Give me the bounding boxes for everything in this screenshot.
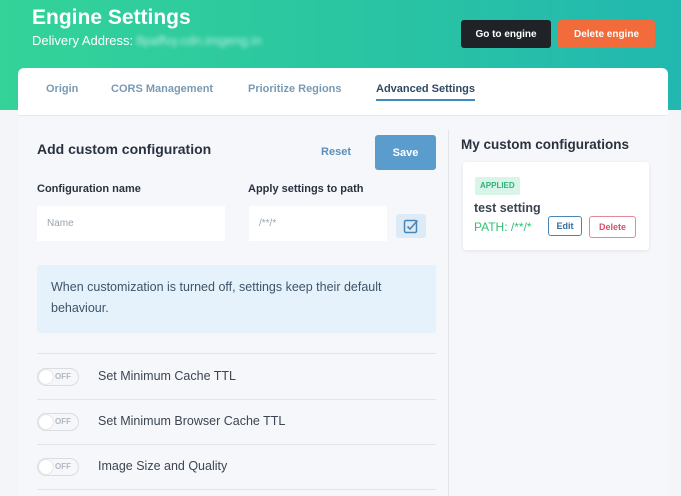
delivery-address-label: Delivery Address: xyxy=(32,33,134,48)
tab-bar: Origin CORS Management Prioritize Region… xyxy=(18,68,668,116)
toggle-knob xyxy=(39,415,53,429)
divider xyxy=(37,489,436,490)
toggle-knob xyxy=(39,370,53,384)
toggle-knob xyxy=(39,460,53,474)
save-button[interactable]: Save xyxy=(375,135,436,170)
delivery-address-value: 8paffvy.cdn.imgeng.in xyxy=(136,33,262,48)
apply-path-label: Apply settings to path xyxy=(248,183,364,195)
tab-cors-management[interactable]: CORS Management xyxy=(111,83,213,99)
tab-prioritize-regions[interactable]: Prioritize Regions xyxy=(248,83,342,99)
apply-path-button[interactable] xyxy=(396,214,426,238)
toggle-state: OFF xyxy=(55,417,71,426)
config-name-input[interactable] xyxy=(37,206,225,241)
tab-advanced-settings[interactable]: Advanced Settings xyxy=(376,83,476,101)
setting-label-min-browser-cache-ttl: Set Minimum Browser Cache TTL xyxy=(98,414,286,428)
toggle-image-size-quality[interactable]: OFF xyxy=(37,458,79,476)
divider xyxy=(37,444,436,445)
apply-path-input[interactable] xyxy=(249,206,387,241)
edit-config-button[interactable]: Edit xyxy=(548,216,582,236)
add-config-title: Add custom configuration xyxy=(37,141,212,157)
divider xyxy=(37,399,436,400)
column-divider xyxy=(448,130,449,496)
checkbox-edit-icon xyxy=(403,219,419,234)
config-path: PATH: /**/* xyxy=(474,220,532,234)
divider xyxy=(37,353,436,354)
config-name: test setting xyxy=(474,201,541,215)
setting-label-min-cache-ttl: Set Minimum Cache TTL xyxy=(98,369,237,383)
settings-card: Origin CORS Management Prioritize Region… xyxy=(18,68,668,496)
config-name-label: Configuration name xyxy=(37,183,141,195)
reset-button[interactable]: Reset xyxy=(314,143,358,161)
my-configs-title: My custom configurations xyxy=(461,137,630,152)
page-title: Engine Settings xyxy=(32,6,191,29)
toggle-min-browser-cache-ttl[interactable]: OFF xyxy=(37,413,79,431)
delete-config-button[interactable]: Delete xyxy=(589,216,636,238)
setting-label-image-size-quality: Image Size and Quality xyxy=(98,459,228,473)
delete-engine-button[interactable]: Delete engine xyxy=(558,20,655,48)
toggle-state: OFF xyxy=(55,372,71,381)
info-box: When customization is turned off, settin… xyxy=(37,265,436,333)
toggle-state: OFF xyxy=(55,462,71,471)
applied-badge: APPLIED xyxy=(475,177,520,195)
go-to-engine-button[interactable]: Go to engine xyxy=(461,20,551,48)
toggle-min-cache-ttl[interactable]: OFF xyxy=(37,368,79,386)
config-card: APPLIED test setting PATH: /**/* Edit De… xyxy=(463,162,649,250)
delivery-address: Delivery Address: 8paffvy.cdn.imgeng.in xyxy=(32,33,261,48)
tab-origin[interactable]: Origin xyxy=(46,83,78,99)
